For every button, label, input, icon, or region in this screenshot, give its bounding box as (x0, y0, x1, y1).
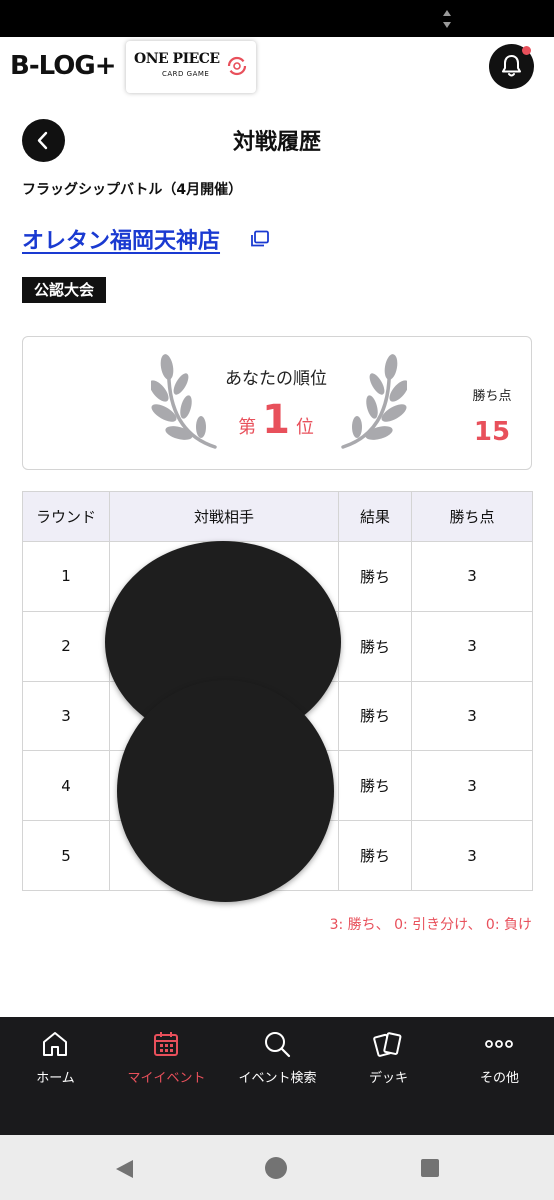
logo-subtitle: CARD GAME (162, 70, 210, 78)
rank-prefix: 第 (238, 417, 257, 438)
round-cell: 5 (22, 820, 110, 891)
result-cell: 勝ち (338, 750, 412, 822)
round-cell: 2 (22, 610, 110, 682)
points-cell: 3 (411, 541, 533, 612)
page-title: 対戦履歴 (232, 130, 321, 155)
points-cell: 3 (411, 610, 533, 682)
points-value: 15 (473, 417, 511, 447)
event-name: フラッグシップバトル（4月開催） (22, 182, 243, 198)
home-icon (43, 1032, 67, 1056)
round-cell: 1 (22, 541, 110, 612)
bell-icon (502, 55, 521, 77)
result-cell: 勝ち (338, 541, 412, 612)
nav-event-search[interactable]: イベント検索 (222, 1017, 333, 1117)
redaction-overlay (117, 680, 334, 902)
status-bar (0, 0, 554, 37)
result-cell: 勝ち (338, 610, 412, 682)
cards-icon (373, 1032, 402, 1057)
points-cell: 3 (411, 820, 533, 891)
result-cell: 勝ち (338, 680, 412, 752)
one-piece-card-game-logo[interactable]: ONE PIECE CARD GAME (126, 41, 256, 93)
points-label: 勝ち点 (472, 389, 512, 404)
bandai-logo[interactable]: B-LOG+ (10, 49, 116, 83)
store-link[interactable]: オレタン福岡天神店 (22, 223, 220, 255)
logo-title: ONE PIECE (134, 51, 220, 67)
table-header-row: ラウンド 対戦相手 結果 勝ち点 (22, 491, 533, 542)
app-header: B-LOG+ ONE PIECE CARD GAME (0, 37, 554, 95)
search-icon (265, 1032, 291, 1058)
rank-card: あなたの順位 第1位 勝ち点 15 (22, 336, 532, 470)
header-result: 結果 (338, 491, 412, 542)
points-cell: 3 (411, 680, 533, 752)
round-cell: 4 (22, 750, 110, 822)
system-nav-bar (0, 1135, 554, 1200)
nav-label: マイイベント (127, 1071, 206, 1086)
rank-display: 第1位 (206, 397, 346, 443)
event-type-badge: 公認大会 (22, 277, 107, 303)
signal-updown-icon (443, 10, 451, 28)
bottom-nav: ホーム マイイベント イベント検索 デッキ その他 (0, 1017, 554, 1135)
nav-label: その他 (479, 1071, 519, 1086)
nav-more[interactable]: その他 (444, 1017, 554, 1117)
points-cell: 3 (411, 750, 533, 822)
nav-label: デッキ (368, 1071, 408, 1086)
header-round: ラウンド (22, 491, 110, 542)
notification-badge (522, 46, 531, 55)
rank-number: 1 (262, 397, 290, 443)
system-home-icon[interactable] (265, 1157, 287, 1179)
calendar-icon (154, 1032, 178, 1056)
nav-deck[interactable]: デッキ (333, 1017, 444, 1117)
header-opponent: 対戦相手 (109, 491, 339, 542)
rank-label: あなたの順位 (225, 369, 327, 389)
rank-suffix: 位 (295, 417, 314, 438)
system-back-icon[interactable] (113, 1158, 135, 1180)
round-cell: 3 (22, 680, 110, 752)
nav-home[interactable]: ホーム (0, 1017, 111, 1117)
more-icon (485, 1040, 513, 1048)
external-link-icon[interactable] (250, 230, 270, 248)
nav-label: ホーム (36, 1071, 75, 1086)
nav-label: イベント検索 (238, 1071, 317, 1086)
result-cell: 勝ち (338, 820, 412, 891)
system-recents-icon[interactable] (421, 1159, 439, 1177)
points-legend: 3: 勝ち、 0: 引き分け、 0: 負け (329, 917, 532, 933)
sync-mark-icon (227, 56, 247, 76)
header-points: 勝ち点 (411, 491, 533, 542)
nav-my-events[interactable]: マイイベント (111, 1017, 222, 1117)
